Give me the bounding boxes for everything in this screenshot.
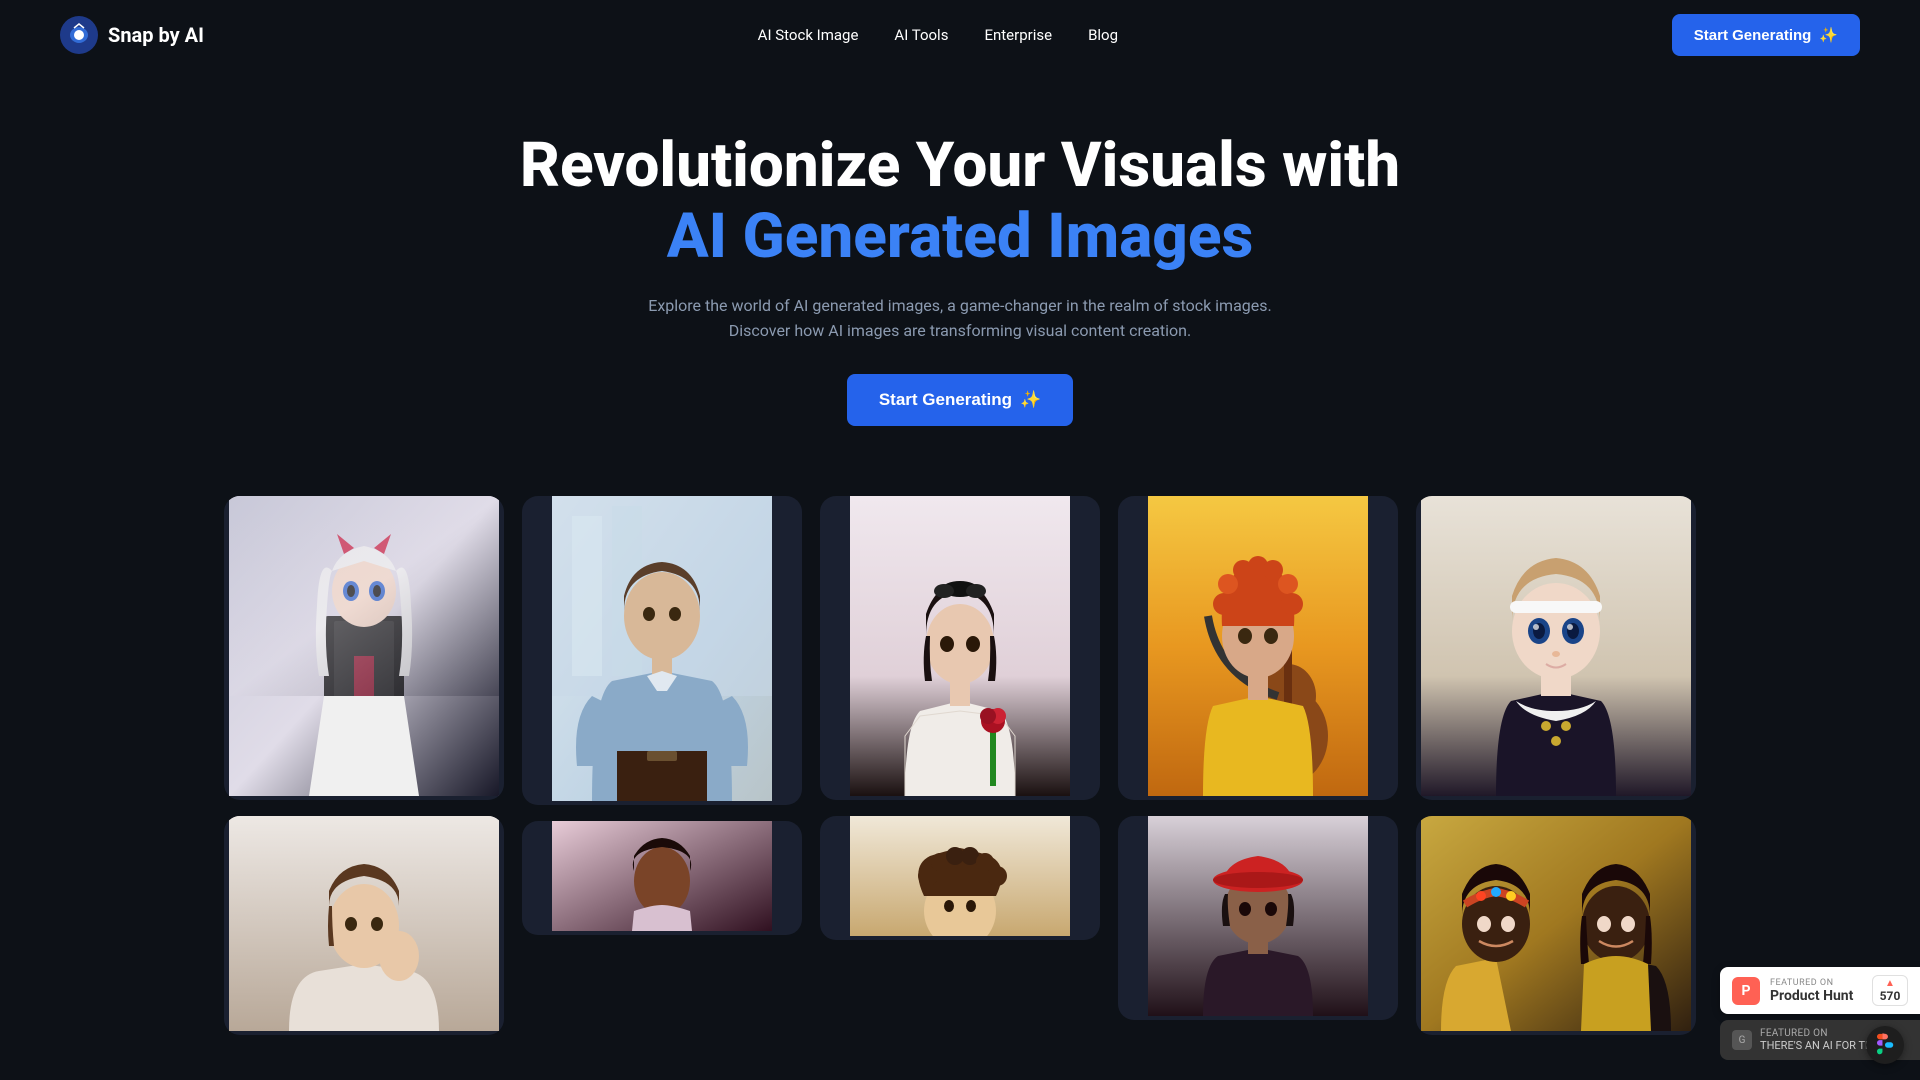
- hero-start-generating-button[interactable]: Start Generating ✨: [847, 374, 1073, 426]
- image-card-child: [1416, 496, 1696, 800]
- there-ai-icon: G: [1732, 1030, 1752, 1050]
- hero-title-blue: AI Generated Images: [20, 201, 1900, 272]
- image-card-businessman: [522, 496, 802, 805]
- curly-person-image: [820, 816, 1100, 936]
- nav-ai-stock-image[interactable]: AI Stock Image: [758, 26, 859, 44]
- logo-text: Snap by AI: [108, 23, 204, 47]
- hero-section: Revolutionize Your Visuals with AI Gener…: [0, 70, 1920, 466]
- image-card-redhead-guitar: [1118, 496, 1398, 800]
- hero-subtitle: Explore the world of AI generated images…: [20, 293, 1900, 344]
- navbar: Snap by AI AI Stock Image AI Tools Enter…: [0, 0, 1920, 70]
- nav-cta-label: Start Generating: [1694, 27, 1812, 44]
- grid-col-3: [820, 496, 1100, 940]
- product-hunt-text: FEATURED ON Product Hunt: [1770, 978, 1853, 1004]
- black-woman-pink-image: [522, 821, 802, 931]
- short-hair-woman-image: [224, 816, 504, 1031]
- nav-enterprise[interactable]: Enterprise: [984, 26, 1052, 44]
- hero-cta-icon: ✨: [1020, 390, 1041, 410]
- ph-arrow: ▲: [1885, 978, 1895, 989]
- girl-rose-image: [820, 496, 1100, 796]
- child-image: [1416, 496, 1696, 796]
- logo[interactable]: Snap by AI: [60, 16, 204, 54]
- nav-links: AI Stock Image AI Tools Enterprise Blog: [758, 26, 1118, 44]
- image-card-curly-person: [820, 816, 1100, 940]
- image-card-smiling-women: [1416, 816, 1696, 1035]
- image-card-anime-girl: [224, 496, 504, 800]
- image-card-short-hair-woman: [224, 816, 504, 1035]
- smiling-women-image: [1416, 816, 1696, 1031]
- grid-col-4: [1118, 496, 1398, 1020]
- figma-icon-button[interactable]: [1866, 1026, 1904, 1064]
- product-hunt-icon: P: [1732, 977, 1760, 1005]
- grid-col-5: [1416, 496, 1696, 1035]
- grid-col-1: [224, 496, 504, 1035]
- nav-cta-icon: ✨: [1819, 26, 1838, 44]
- product-hunt-badge[interactable]: P FEATURED ON Product Hunt ▲ 570: [1720, 967, 1920, 1014]
- image-card-red-hat-woman: [1118, 816, 1398, 1020]
- hero-title-white: Revolutionize Your Visuals with: [20, 130, 1900, 201]
- logo-icon: [60, 16, 98, 54]
- nav-start-generating-button[interactable]: Start Generating ✨: [1672, 14, 1860, 56]
- businessman-image: [522, 496, 802, 801]
- anime-girl-image: [224, 496, 504, 796]
- ph-name: Product Hunt: [1770, 988, 1853, 1004]
- ph-featured-label: FEATURED ON: [1770, 978, 1853, 988]
- grid-col-2: [522, 496, 802, 935]
- redhead-guitar-image: [1118, 496, 1398, 796]
- nav-ai-tools[interactable]: AI Tools: [894, 26, 948, 44]
- red-hat-woman-image: [1118, 816, 1398, 1016]
- image-grid: [0, 466, 1920, 1035]
- nav-blog[interactable]: Blog: [1088, 26, 1118, 44]
- ph-vote-count: ▲ 570: [1872, 975, 1908, 1006]
- hero-cta-label: Start Generating: [879, 390, 1012, 410]
- figma-logo: [1875, 1033, 1895, 1057]
- image-card-black-woman-pink: [522, 821, 802, 935]
- ph-number: 570: [1880, 989, 1901, 1003]
- image-card-girl-rose: [820, 496, 1100, 800]
